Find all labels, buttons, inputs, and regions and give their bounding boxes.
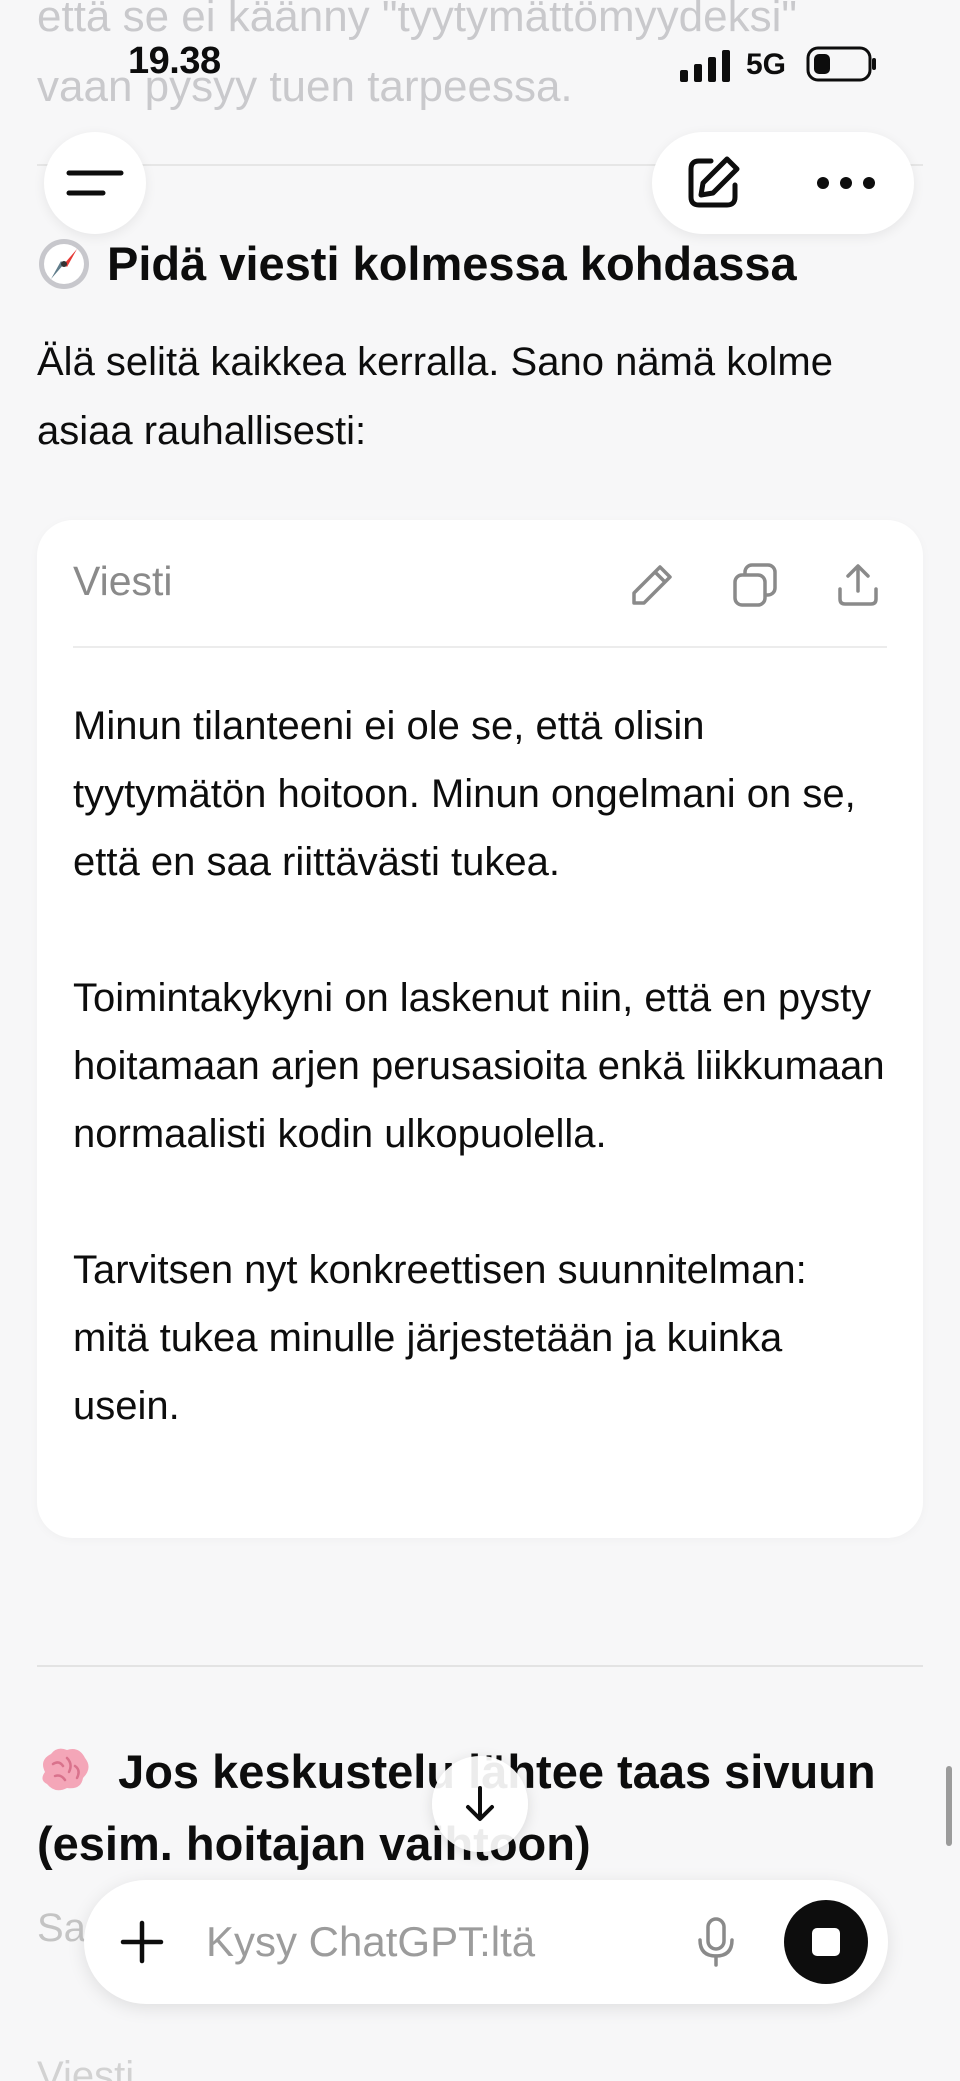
message-body: Minun tilanteeni ei ole se, että olisin …	[73, 692, 893, 1440]
microphone-icon	[698, 1917, 734, 1967]
stop-icon	[812, 1928, 840, 1956]
stop-generating-button[interactable]	[784, 1900, 868, 1984]
section-divider	[37, 1665, 923, 1667]
message-composer	[84, 1880, 888, 2004]
plus-icon	[120, 1920, 164, 1964]
sidebar-menu-button[interactable]	[44, 132, 146, 234]
new-chat-edit-icon	[688, 156, 740, 208]
cellular-signal-icon	[680, 50, 730, 82]
card-divider	[73, 646, 887, 648]
voice-input-button[interactable]	[686, 1912, 746, 1972]
scrollbar[interactable]	[946, 1766, 952, 1846]
copy-message-button[interactable]	[730, 560, 780, 610]
faded-text-below: Sa	[37, 1906, 86, 1950]
message-paragraph-3: Tarvitsen nyt konkreettisen suunnitelman…	[73, 1248, 807, 1428]
battery-icon	[806, 46, 876, 82]
more-options-icon	[817, 177, 875, 189]
compass-emoji-icon	[39, 238, 89, 289]
card-title: Viesti	[73, 558, 173, 604]
faded-next-card-title: Viesti	[37, 2054, 135, 2081]
message-card: Viesti Minun tilanteeni ei ole se, että …	[37, 520, 923, 1538]
chat-input[interactable]	[206, 1910, 646, 1974]
hamburger-menu-icon	[66, 170, 124, 196]
message-paragraph-2: Toimintakykyni on laskenut niin, että en…	[73, 976, 885, 1156]
intro-paragraph: Älä selitä kaikkea kerralla. Sano nämä k…	[37, 340, 833, 453]
share-icon	[838, 564, 878, 606]
message-paragraph-1: Minun tilanteeni ei ole se, että olisin …	[73, 704, 856, 884]
status-bar: 19.38 5G	[0, 0, 960, 130]
edit-message-button[interactable]	[627, 560, 677, 610]
more-options-button[interactable]	[804, 152, 888, 214]
brain-emoji-icon	[42, 1748, 89, 1791]
scroll-to-bottom-button[interactable]	[432, 1756, 528, 1852]
network-type: 5G	[746, 48, 787, 81]
status-time: 19.38	[128, 40, 221, 82]
arrow-down-icon	[466, 1786, 494, 1821]
section-heading-text: Pidä viesti kolmessa kohdassa	[107, 237, 797, 290]
attach-button[interactable]	[112, 1912, 172, 1972]
section-heading: Pidä viesti kolmessa kohdassa	[37, 236, 797, 291]
copy-icon	[733, 563, 777, 607]
pencil-icon	[632, 565, 672, 605]
top-actions-pill	[652, 132, 914, 234]
new-chat-button[interactable]	[682, 152, 744, 214]
share-message-button[interactable]	[833, 560, 883, 610]
